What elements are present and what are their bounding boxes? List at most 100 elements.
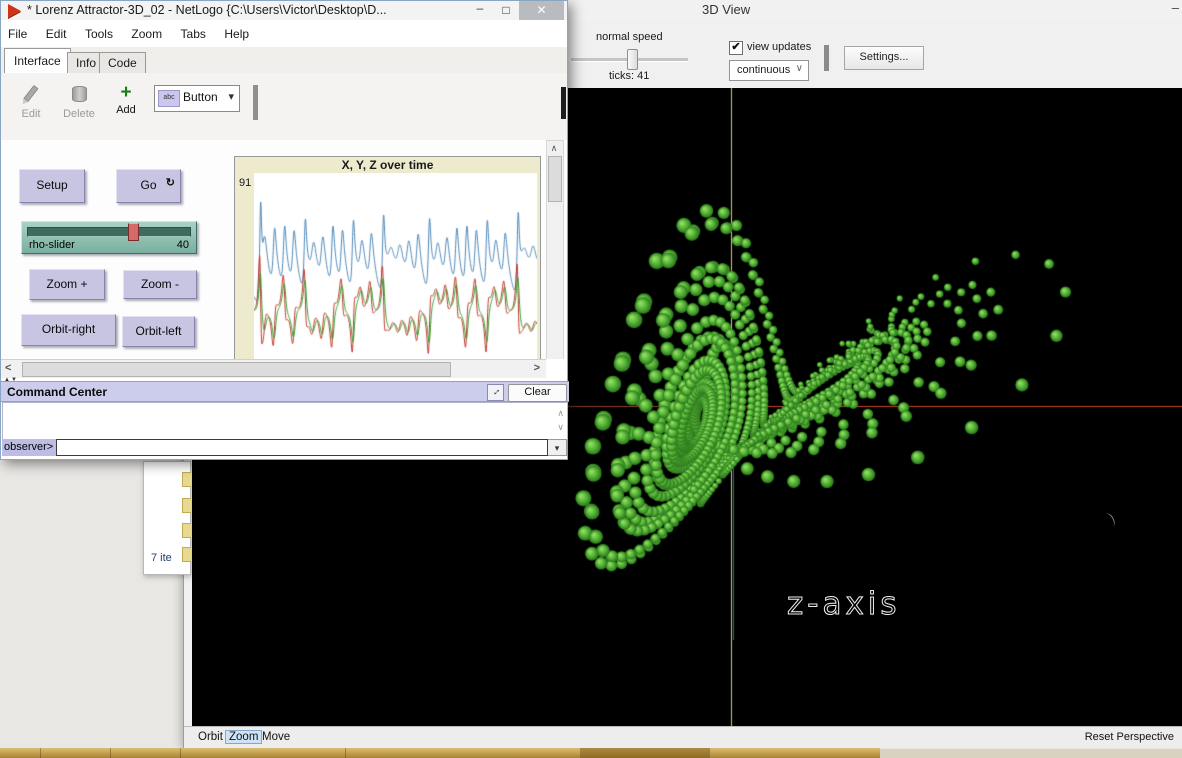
- command-input[interactable]: [56, 439, 548, 456]
- minimize-button[interactable]: –: [467, 1, 493, 20]
- 3d-view-bottom-bar: Orbit Zoom Move Reset Perspective: [184, 726, 1182, 749]
- slider-value: 40: [177, 239, 189, 251]
- scroll-down-icon[interactable]: ∨: [557, 422, 564, 433]
- nav-move[interactable]: Move: [258, 730, 294, 744]
- 3d-view-title: 3D View: [702, 2, 750, 17]
- netlogo-window: * Lorenz Attractor-3D_02 - NetLogo {C:\U…: [0, 0, 568, 460]
- menu-tools[interactable]: Tools: [78, 20, 120, 41]
- menu-help[interactable]: Help: [217, 20, 256, 41]
- explorer-folder-panel: 7 ite: [143, 461, 191, 575]
- edit-tool-label: Edit: [15, 108, 47, 120]
- orbit-right-button[interactable]: Orbit-right: [21, 314, 116, 346]
- slider-groove[interactable]: [27, 227, 191, 237]
- menu-bar: File Edit Tools Zoom Tabs Help: [1, 20, 567, 48]
- update-mode-value: continuous: [737, 64, 790, 76]
- tab-code[interactable]: Code: [99, 52, 146, 74]
- menu-zoom[interactable]: Zoom: [124, 20, 169, 41]
- ticks-counter: ticks: 41: [609, 70, 649, 82]
- netlogo-titlebar: * Lorenz Attractor-3D_02 - NetLogo {C:\U…: [1, 1, 567, 20]
- widget-type-icon: abc: [158, 90, 180, 107]
- widget-type-chooser[interactable]: abc Button ▾: [154, 85, 240, 112]
- taskbar-divider: [40, 748, 41, 758]
- plot-y-max: 91: [239, 177, 251, 189]
- chevron-down-icon: ▾: [228, 90, 234, 103]
- menu-file[interactable]: File: [1, 20, 34, 41]
- clear-button[interactable]: Clear: [508, 384, 567, 402]
- interface-canvas: Setup Go ↻ rho-slider 40 Zoom + Zoom - O…: [1, 140, 567, 359]
- scroll-right-icon[interactable]: >: [534, 362, 540, 374]
- explorer-items-count: 7 ite: [151, 552, 172, 564]
- menu-edit[interactable]: Edit: [39, 20, 74, 41]
- zoom-out-button[interactable]: Zoom -: [123, 270, 197, 299]
- folder-icon: [182, 498, 191, 513]
- add-tool-label: Add: [111, 104, 141, 116]
- tab-bar: Interface Info Code: [1, 47, 567, 74]
- forever-icon: ↻: [166, 168, 175, 199]
- folder-icon: [182, 523, 191, 538]
- speed-slider-handle[interactable]: [627, 49, 638, 70]
- expand-arrows: ↔: [487, 383, 503, 399]
- slider-label: rho-slider: [29, 239, 75, 251]
- plot-series-canvas: [254, 173, 537, 359]
- settings-button[interactable]: Settings...: [844, 46, 924, 70]
- taskbar-segment: [880, 748, 1182, 758]
- update-mode-dropdown[interactable]: continuous ∨: [729, 60, 809, 81]
- slider-handle[interactable]: [128, 223, 139, 241]
- setup-button[interactable]: Setup: [19, 169, 85, 203]
- add-tool[interactable]: + Add: [111, 86, 141, 116]
- taskbar-divider: [180, 748, 181, 758]
- command-center-title: Command Center: [7, 385, 107, 399]
- taskbar-divider: [345, 748, 346, 758]
- add-icon: +: [120, 82, 131, 103]
- pencil-icon: [23, 85, 38, 102]
- vertical-scrollbar-thumb[interactable]: [548, 156, 562, 202]
- vertical-scrollbar[interactable]: ∧ ∨: [546, 140, 564, 359]
- history-dropdown-button[interactable]: ▾: [548, 439, 567, 456]
- folder-icon: [182, 472, 191, 487]
- toolbar-edge-bar: [561, 87, 566, 119]
- toolbar-separator: [253, 85, 258, 120]
- nav-zoom[interactable]: Zoom: [225, 730, 262, 744]
- screen: 7 ite 3D View – normal speed ticks: 41 ✔…: [0, 0, 1182, 758]
- rho-slider[interactable]: rho-slider 40: [21, 221, 197, 254]
- zoom-in-button[interactable]: Zoom +: [29, 269, 105, 300]
- view-updates-checkbox[interactable]: ✔: [729, 41, 743, 55]
- chevron-down-icon: ∨: [796, 63, 803, 74]
- tab-interface[interactable]: Interface: [4, 48, 71, 74]
- maximize-button[interactable]: □: [493, 1, 519, 20]
- scroll-up-icon[interactable]: ∧: [557, 408, 564, 419]
- speed-label: normal speed: [596, 31, 663, 43]
- nav-orbit[interactable]: Orbit: [194, 730, 227, 744]
- command-center-header: Command Center ↔ Clear: [1, 381, 569, 402]
- toolbar-separator: [824, 45, 829, 71]
- minimize-icon[interactable]: –: [1172, 0, 1179, 15]
- go-button-label: Go: [140, 178, 156, 192]
- view-updates-label: view updates: [747, 41, 811, 53]
- chevron-down-icon: ▾: [555, 443, 560, 453]
- command-prompt-row: observer> ▾: [2, 439, 567, 456]
- taskbar-divider: [110, 748, 111, 758]
- horizontal-scrollbar[interactable]: < >: [1, 359, 546, 378]
- delete-icon: [72, 86, 87, 102]
- go-button[interactable]: Go ↻: [116, 169, 181, 203]
- plot-area: [254, 173, 537, 359]
- command-center-output[interactable]: ∧ ∨: [2, 402, 568, 440]
- delete-tool-label: Delete: [59, 108, 99, 120]
- taskbar-segment: [580, 748, 710, 758]
- folder-icon: [182, 547, 191, 562]
- netlogo-logo-icon: [8, 4, 21, 18]
- plot-widget: X, Y, Z over time 91: [234, 156, 541, 359]
- widget-type-value: Button: [183, 90, 218, 104]
- close-button[interactable]: ✕: [519, 1, 564, 20]
- plot-title: X, Y, Z over time: [235, 158, 540, 172]
- edit-tool[interactable]: Edit: [15, 85, 47, 120]
- delete-tool[interactable]: Delete: [59, 86, 99, 120]
- scroll-left-icon[interactable]: <: [5, 362, 11, 374]
- expand-icon[interactable]: ↔: [487, 384, 504, 401]
- menu-tabs[interactable]: Tabs: [174, 20, 213, 41]
- scroll-up-icon[interactable]: ∧: [547, 143, 561, 154]
- horizontal-scrollbar-thumb[interactable]: [22, 362, 451, 377]
- z-axis-label: z-axis: [787, 586, 901, 622]
- orbit-left-button[interactable]: Orbit-left: [122, 316, 195, 347]
- reset-perspective-button[interactable]: Reset Perspective: [1085, 731, 1174, 743]
